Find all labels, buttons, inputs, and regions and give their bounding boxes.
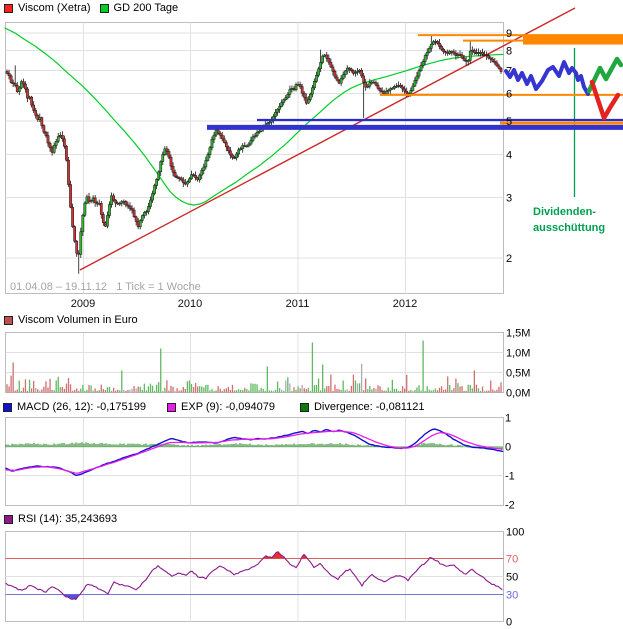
macd-axis-labels: 1 0 -1 -2	[505, 413, 515, 512]
dividend-annotation-text: Dividenden- ausschüttung	[533, 204, 605, 236]
legend-item-volume: Viscom Volumen in Euro	[4, 314, 138, 326]
svg-text:0: 0	[506, 617, 512, 629]
svg-text:2010: 2010	[178, 298, 202, 310]
svg-text:5: 5	[506, 116, 512, 128]
volume-bars	[6, 341, 501, 393]
dividend-annotation-line1: Dividenden-	[533, 204, 605, 220]
legend-item-exp: EXP (9): -0,094079	[167, 401, 275, 413]
svg-text:6: 6	[506, 89, 512, 101]
divergence-series	[6, 442, 502, 450]
legend-item-macd: MACD (26, 12): -0,175199	[3, 401, 146, 413]
volume-series-swatch	[4, 316, 13, 325]
svg-text:2009: 2009	[71, 298, 95, 310]
rsi-series-swatch	[4, 515, 13, 524]
svg-text:9: 9	[506, 28, 512, 40]
macd-series-label: MACD (26, 12): -0,175199	[17, 401, 146, 413]
rsi-series-label: RSI (14): 35,243693	[18, 513, 117, 525]
svg-text:50: 50	[506, 572, 518, 584]
svg-text:1,5M: 1,5M	[506, 328, 530, 340]
panel-frame	[6, 532, 504, 622]
viscom-series-label: Viscom (Xetra)	[18, 2, 91, 14]
legend-item-rsi: RSI (14): 35,243693	[4, 513, 117, 525]
volume-panel-legend: Viscom Volumen in Euro	[4, 314, 138, 326]
rsi-axis-labels: 100 70 50 30 0	[506, 527, 524, 629]
macd-panel-legend: MACD (26, 12): -0,175199 EXP (9): -0,094…	[3, 401, 424, 413]
legend-item-gd200: GD 200 Tage	[100, 2, 179, 14]
svg-text:70: 70	[506, 554, 518, 566]
gd200-series-label: GD 200 Tage	[114, 2, 179, 14]
svg-text:1: 1	[505, 413, 511, 425]
volume-axis-labels: 1,5M 1,0M 0,5M 0,0M	[506, 328, 530, 400]
viscom-series-swatch	[4, 4, 13, 13]
legend-item-viscom: Viscom (Xetra)	[4, 2, 91, 14]
panel-frame	[6, 333, 504, 393]
legend-item-divergence: Divergence: -0,081121	[300, 401, 424, 413]
svg-text:30: 30	[506, 590, 518, 602]
exp-series-swatch	[167, 403, 176, 412]
svg-text:-2: -2	[505, 500, 515, 512]
macd-series-swatch	[3, 403, 12, 412]
svg-text:1,0M: 1,0M	[506, 348, 530, 360]
date-range-label: 01.04.08 – 19.11.12 1 Tick = 1 Woche	[10, 281, 201, 293]
svg-text:0: 0	[505, 442, 511, 454]
divergence-series-swatch	[300, 403, 309, 412]
svg-text:2: 2	[506, 253, 512, 265]
divergence-series-label: Divergence: -0,081121	[314, 401, 424, 413]
freehand-annotations	[506, 59, 621, 118]
svg-text:2012: 2012	[393, 298, 417, 310]
svg-text:3: 3	[506, 192, 512, 204]
exp-signal-line	[6, 431, 501, 473]
exp-series-label: EXP (9): -0,094079	[181, 401, 275, 413]
svg-text:-1: -1	[505, 471, 515, 483]
trendline	[80, 8, 575, 270]
svg-text:4: 4	[506, 149, 512, 161]
stock-chart-screenshot: 9876543220092010201120121,5M1,0M0,5M0,0M…	[0, 0, 623, 629]
volume-series-label: Viscom Volumen in Euro	[18, 314, 138, 326]
price-panel-legend: Viscom (Xetra) GD 200 Tage	[4, 2, 178, 14]
svg-text:0,5M: 0,5M	[506, 368, 530, 380]
svg-text:100: 100	[506, 527, 524, 539]
rsi-panel-legend: RSI (14): 35,243693	[4, 513, 117, 525]
svg-text:0,0M: 0,0M	[506, 388, 530, 400]
svg-text:8: 8	[506, 46, 512, 58]
macd-line	[6, 429, 503, 475]
dividend-annotation-line2: ausschüttung	[533, 220, 605, 236]
svg-text:2011: 2011	[286, 298, 310, 310]
gd200-series-swatch	[100, 4, 109, 13]
